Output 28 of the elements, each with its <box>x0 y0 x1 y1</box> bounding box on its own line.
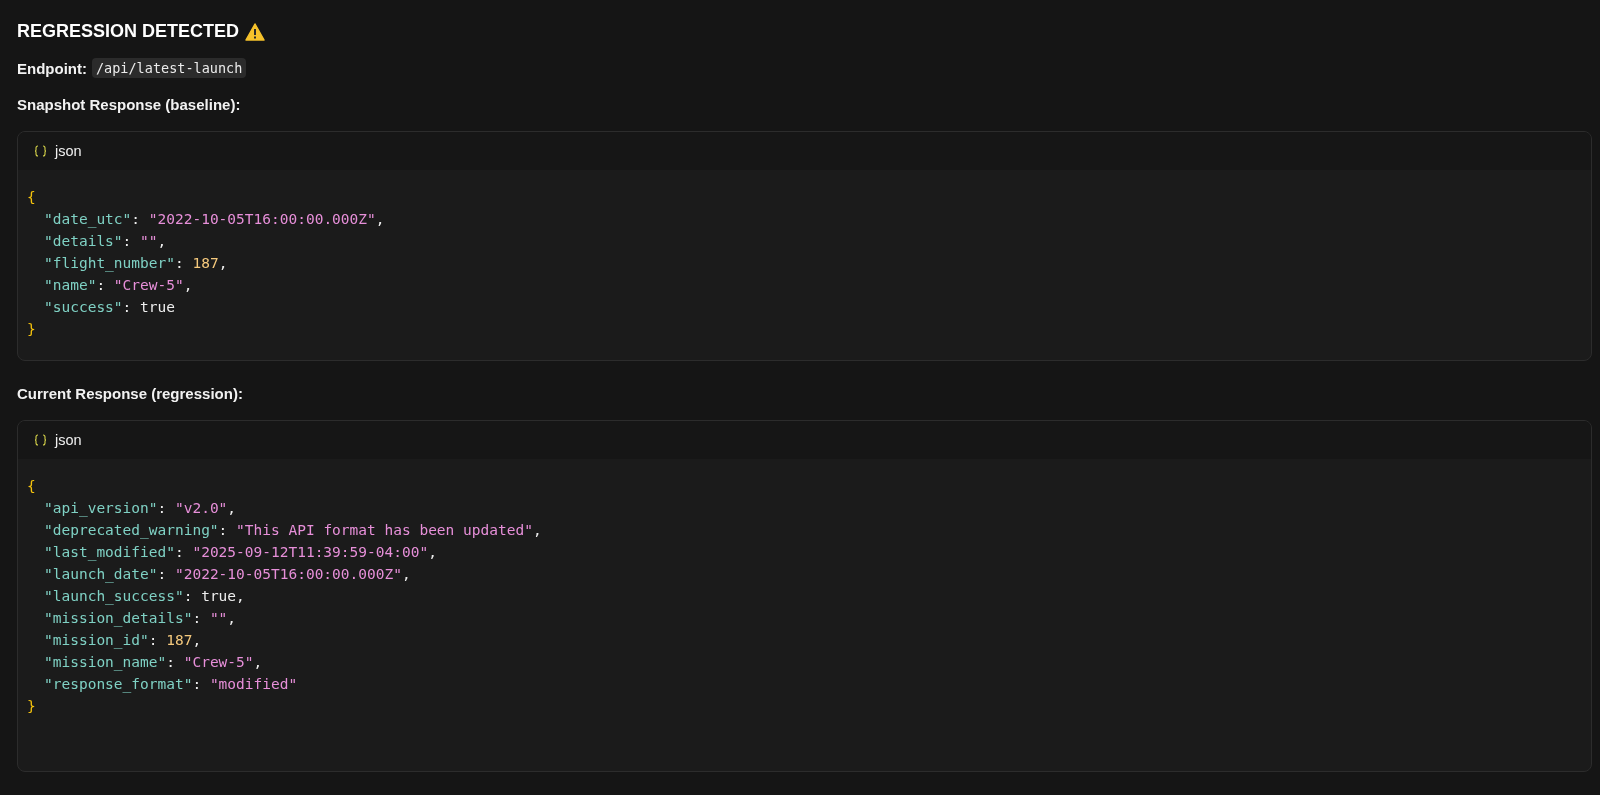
code-line: { <box>27 477 36 496</box>
endpoint-path: /api/latest-launch <box>92 58 247 78</box>
code-line: "mission_id": 187, <box>43 631 202 651</box>
code-line: "api_version": "v2.0", <box>43 499 237 519</box>
code-line: "last_modified": "2025-09-12T11:39:59-04:00", <box>43 543 437 563</box>
code-line: "flight_number": 187, <box>43 254 228 274</box>
page-title: REGRESSION DETECTED <box>17 21 240 42</box>
code-line: "details": "", <box>43 232 167 251</box>
language-label: json <box>55 143 82 159</box>
code-line: "deprecated_warning": "This API format has been updated", <box>43 521 542 541</box>
endpoint-label: Endpoint: <box>17 59 87 77</box>
code-line: "mission_details": "", <box>43 609 237 629</box>
code-line: "name": "Crew-5", <box>43 276 193 295</box>
code-line: "mission_name": "Crew-5", <box>43 653 263 673</box>
code-line: "success": true <box>43 298 175 317</box>
code-line: "launch_date": "2022-10-05T16:00:00.000Z", <box>43 565 411 585</box>
code-icon <box>34 145 47 157</box>
language-label: json <box>55 432 82 448</box>
code-line: "response_format": "modified" <box>43 675 298 695</box>
code-line: { <box>27 188 36 207</box>
code-icon <box>34 434 47 446</box>
warning-icon <box>245 22 266 41</box>
code-line: "date_utc": "2022-10-05T16:00:00.000Z", <box>43 210 385 230</box>
code-line: } <box>27 697 36 716</box>
code-line: "launch_success": true, <box>43 587 245 607</box>
section-heading: Snapshot Response (baseline): <box>17 96 242 113</box>
section-heading: Current Response (regression): <box>17 385 244 402</box>
code-line: } <box>27 320 36 339</box>
